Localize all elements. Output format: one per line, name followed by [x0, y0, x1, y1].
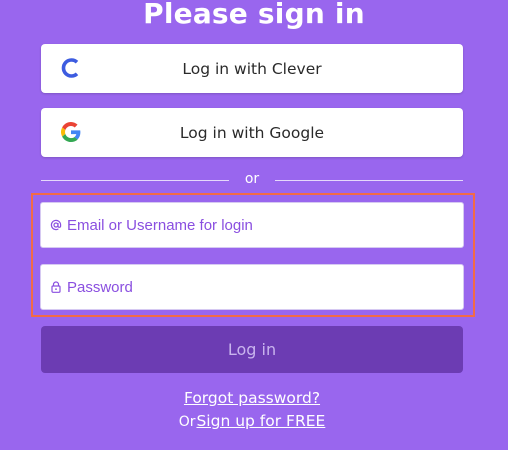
google-button-label: Log in with Google [179, 123, 325, 142]
login-button[interactable]: Log in [41, 326, 463, 373]
forgot-password-row: Forgot password? [0, 389, 504, 408]
divider-line-right [275, 180, 463, 181]
clever-logo-icon [59, 56, 83, 80]
clever-button-label: Log in with Clever [182, 59, 322, 78]
signup-link[interactable]: Sign up for FREE [196, 412, 325, 430]
login-with-clever-button[interactable]: Log in with Clever [41, 44, 463, 93]
page-title: Please sign in [143, 0, 365, 30]
password-input[interactable] [67, 265, 457, 309]
divider-label: or [244, 171, 260, 187]
at-sign-icon [50, 219, 62, 231]
email-field[interactable] [40, 202, 464, 248]
lock-icon [50, 281, 62, 293]
or-divider: or [41, 170, 463, 190]
signup-prefix: Or [178, 414, 196, 430]
email-input[interactable] [67, 203, 457, 247]
forgot-password-link[interactable]: Forgot password? [184, 389, 320, 407]
password-field[interactable] [40, 264, 464, 310]
login-with-google-button[interactable]: Log in with Google [41, 108, 463, 157]
google-logo-icon [59, 120, 83, 144]
signup-row: OrSign up for FREE [0, 412, 504, 431]
